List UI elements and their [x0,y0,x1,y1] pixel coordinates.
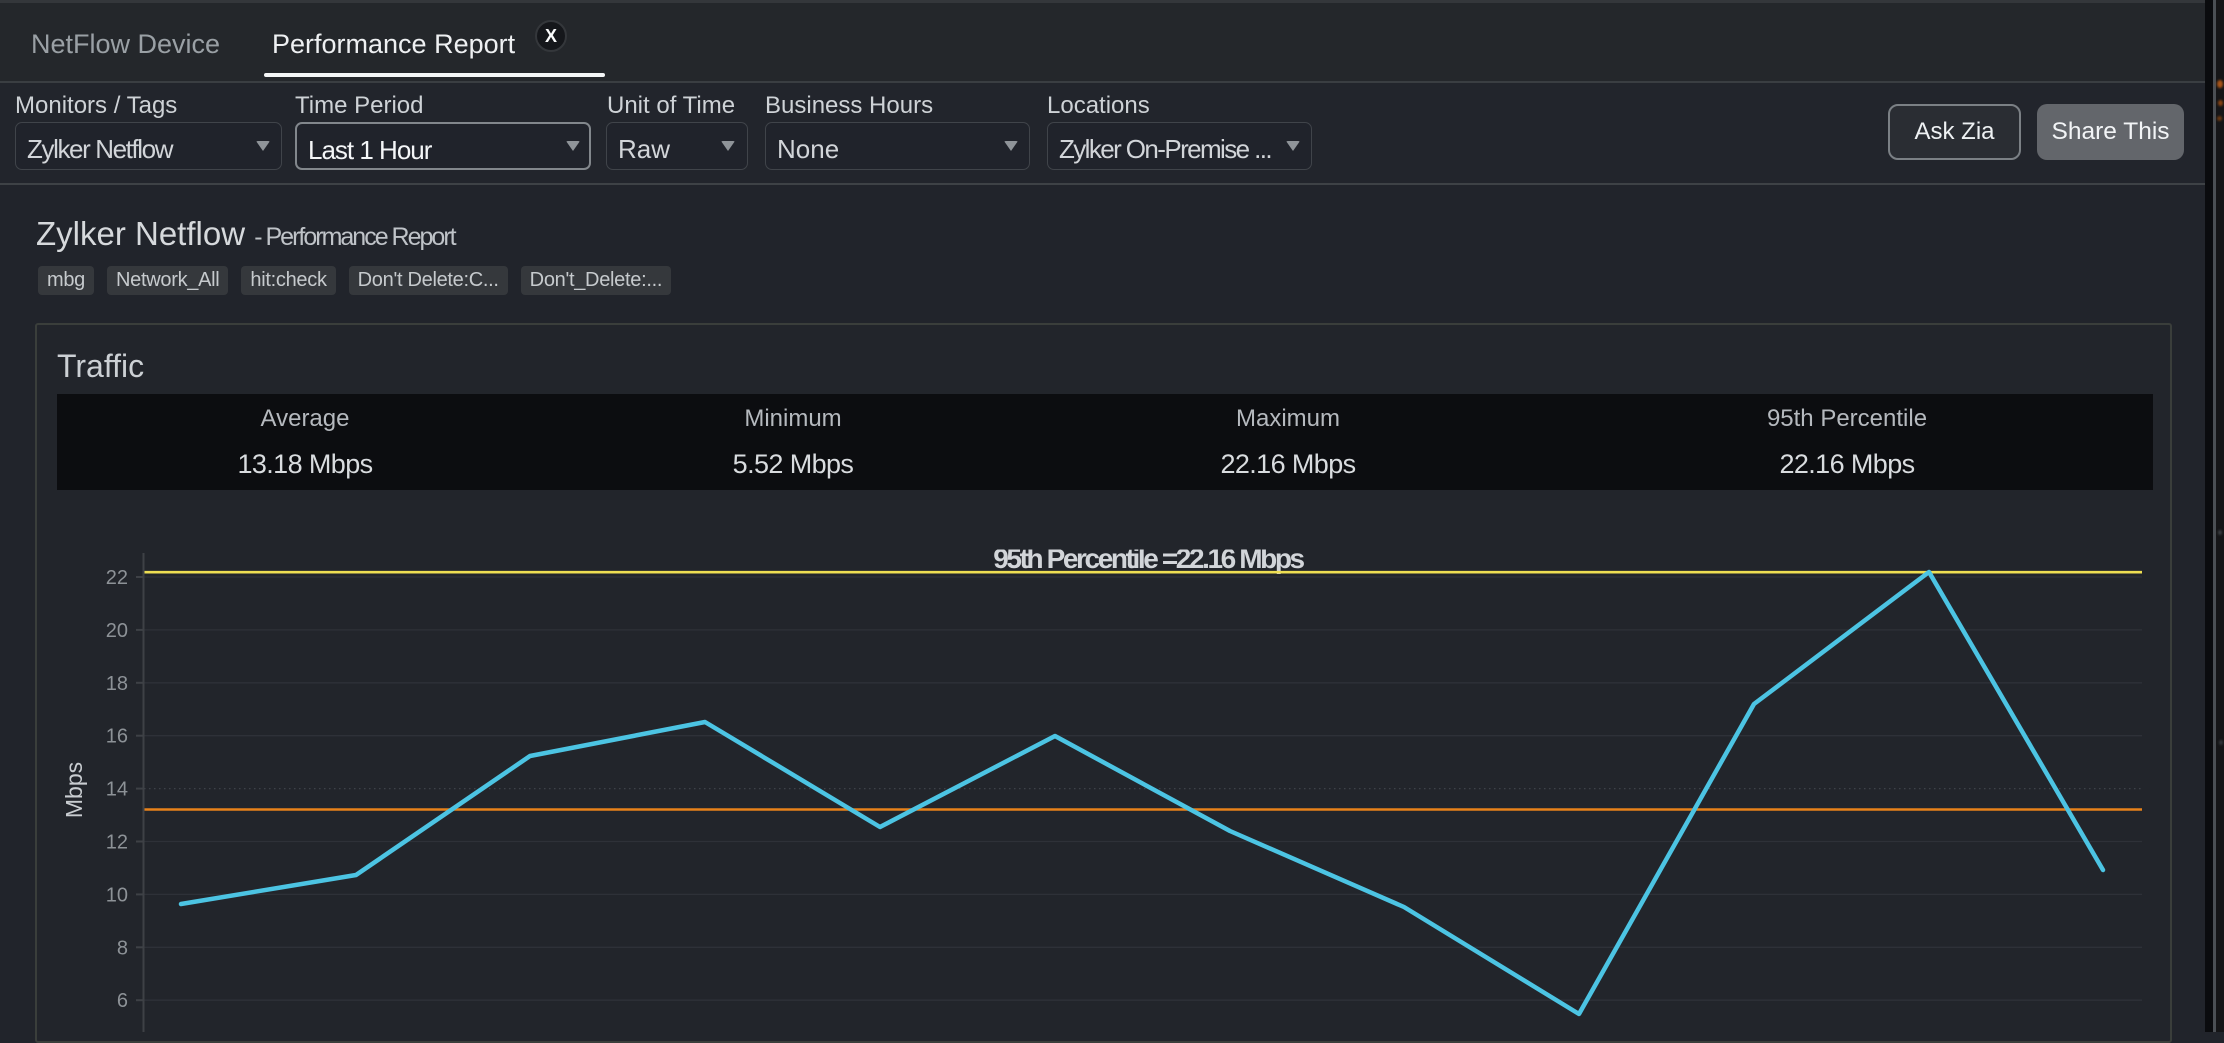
svg-text:16: 16 [106,726,128,748]
svg-text:95th Percentile =22.16 Mbps: 95th Percentile =22.16 Mbps [993,543,1304,574]
svg-text:6: 6 [117,990,128,1012]
svg-text:20: 20 [106,620,128,642]
svg-text:10: 10 [106,884,128,906]
svg-text:12: 12 [106,832,128,854]
svg-text:18: 18 [106,673,128,695]
svg-text:14: 14 [106,779,128,801]
svg-text:22: 22 [106,567,128,589]
svg-text:8: 8 [117,937,128,959]
svg-text:Mbps: Mbps [61,762,87,818]
